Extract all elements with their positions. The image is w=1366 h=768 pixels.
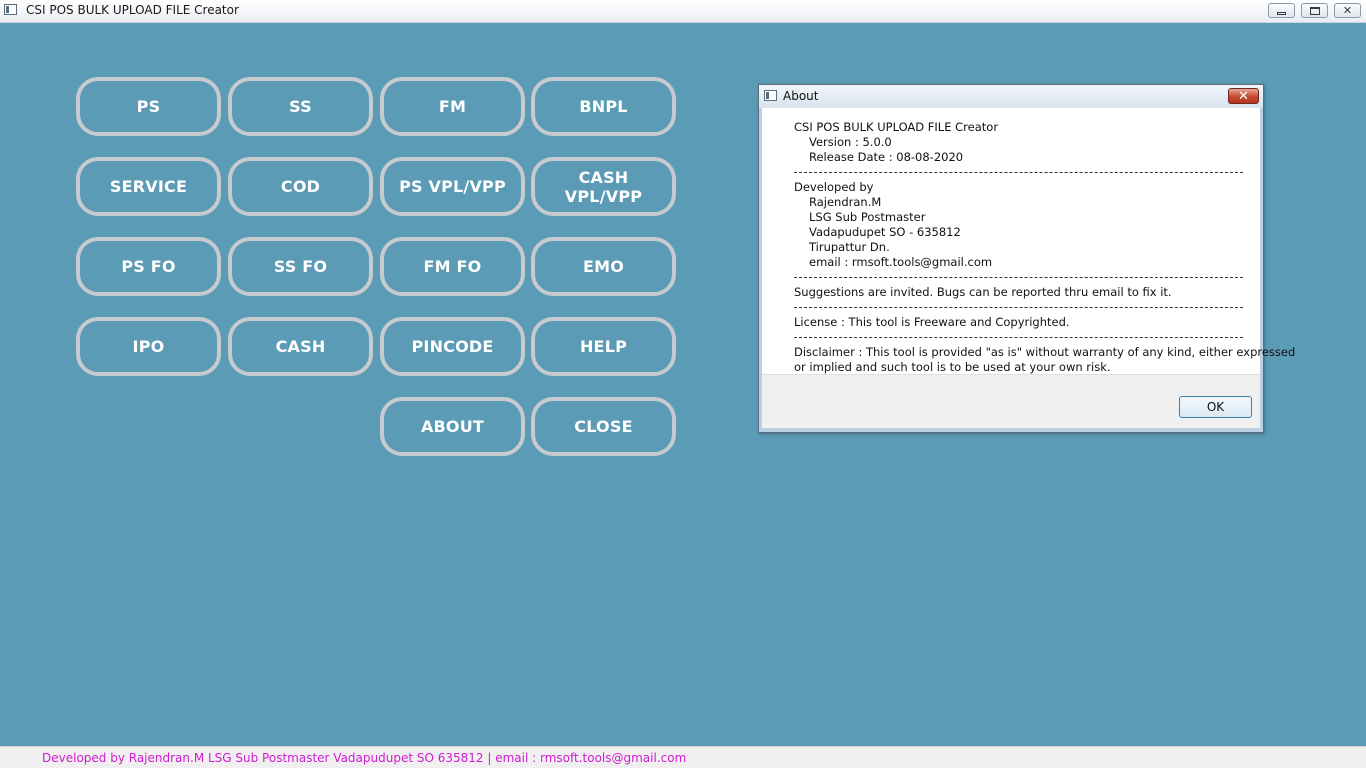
fm-button[interactable]: FM	[380, 77, 525, 136]
help-button[interactable]: HELP	[531, 317, 676, 376]
about-developer-email: email : rmsoft.tools@gmail.com	[809, 255, 993, 269]
pincode-button[interactable]: PINCODE	[380, 317, 525, 376]
about-dialog-titlebar: About ✕	[759, 85, 1263, 108]
divider	[794, 172, 1243, 173]
about-developer-role: LSG Sub Postmaster	[809, 210, 926, 224]
about-dialog-title: About	[783, 89, 819, 103]
about-license: License : This tool is Freeware and Copy…	[794, 315, 1070, 329]
ss-button[interactable]: SS	[228, 77, 373, 136]
restore-button[interactable]	[1301, 3, 1328, 18]
about-release-date: Release Date : 08-08-2020	[809, 150, 964, 164]
about-dialog-footer: OK	[762, 374, 1260, 428]
divider	[794, 337, 1243, 338]
ok-button[interactable]: OK	[1179, 396, 1252, 418]
window-titlebar: CSI POS BULK UPLOAD FILE Creator ✕	[0, 0, 1366, 23]
divider	[794, 277, 1243, 278]
divider	[794, 307, 1243, 308]
about-suggestions: Suggestions are invited. Bugs can be rep…	[794, 285, 1172, 299]
about-developed-by: Developed by	[794, 180, 874, 194]
cash-button[interactable]: CASH	[228, 317, 373, 376]
fm-fo-button[interactable]: FM FO	[380, 237, 525, 296]
restore-icon	[1309, 6, 1320, 15]
about-developer-name: Rajendran.M	[809, 195, 882, 209]
minimize-button[interactable]	[1268, 3, 1295, 18]
bnpl-button[interactable]: BNPL	[531, 77, 676, 136]
about-disclaimer-line1: Disclaimer : This tool is provided "as i…	[794, 345, 1296, 359]
dialog-window-icon	[764, 90, 777, 101]
about-developer-division: Tirupattur Dn.	[809, 240, 890, 254]
ipo-button[interactable]: IPO	[76, 317, 221, 376]
about-version: Version : 5.0.0	[809, 135, 892, 149]
emo-button[interactable]: EMO	[531, 237, 676, 296]
close-icon: ✕	[1342, 4, 1353, 17]
about-app-name: CSI POS BULK UPLOAD FILE Creator	[794, 120, 999, 134]
cod-button[interactable]: COD	[228, 157, 373, 216]
cash-vpl-vpp-button[interactable]: CASH VPL/VPP	[531, 157, 676, 216]
window-close-button[interactable]: ✕	[1334, 3, 1361, 18]
ps-vpl-vpp-button[interactable]: PS VPL/VPP	[380, 157, 525, 216]
ss-fo-button[interactable]: SS FO	[228, 237, 373, 296]
about-dialog-content: CSI POS BULK UPLOAD FILE Creator Version…	[762, 108, 1295, 374]
about-dialog-close-button[interactable]: ✕	[1228, 88, 1259, 104]
window-title: CSI POS BULK UPLOAD FILE Creator	[26, 3, 239, 17]
about-disclaimer-line2: or implied and such tool is to be used a…	[794, 360, 1111, 374]
status-bar: Developed by Rajendran.M LSG Sub Postmas…	[0, 746, 1366, 768]
ps-button[interactable]: PS	[76, 77, 221, 136]
app-window-icon	[4, 4, 17, 15]
close-button[interactable]: CLOSE	[531, 397, 676, 456]
close-icon: ✕	[1238, 88, 1249, 104]
service-button[interactable]: SERVICE	[76, 157, 221, 216]
about-developer-office: Vadapudupet SO - 635812	[809, 225, 961, 239]
ps-fo-button[interactable]: PS FO	[76, 237, 221, 296]
about-dialog: About ✕ CSI POS BULK UPLOAD FILE Creator…	[758, 84, 1295, 433]
minimize-icon	[1277, 11, 1286, 15]
about-button[interactable]: ABOUT	[380, 397, 525, 456]
status-bar-text: Developed by Rajendran.M LSG Sub Postmas…	[42, 751, 687, 765]
